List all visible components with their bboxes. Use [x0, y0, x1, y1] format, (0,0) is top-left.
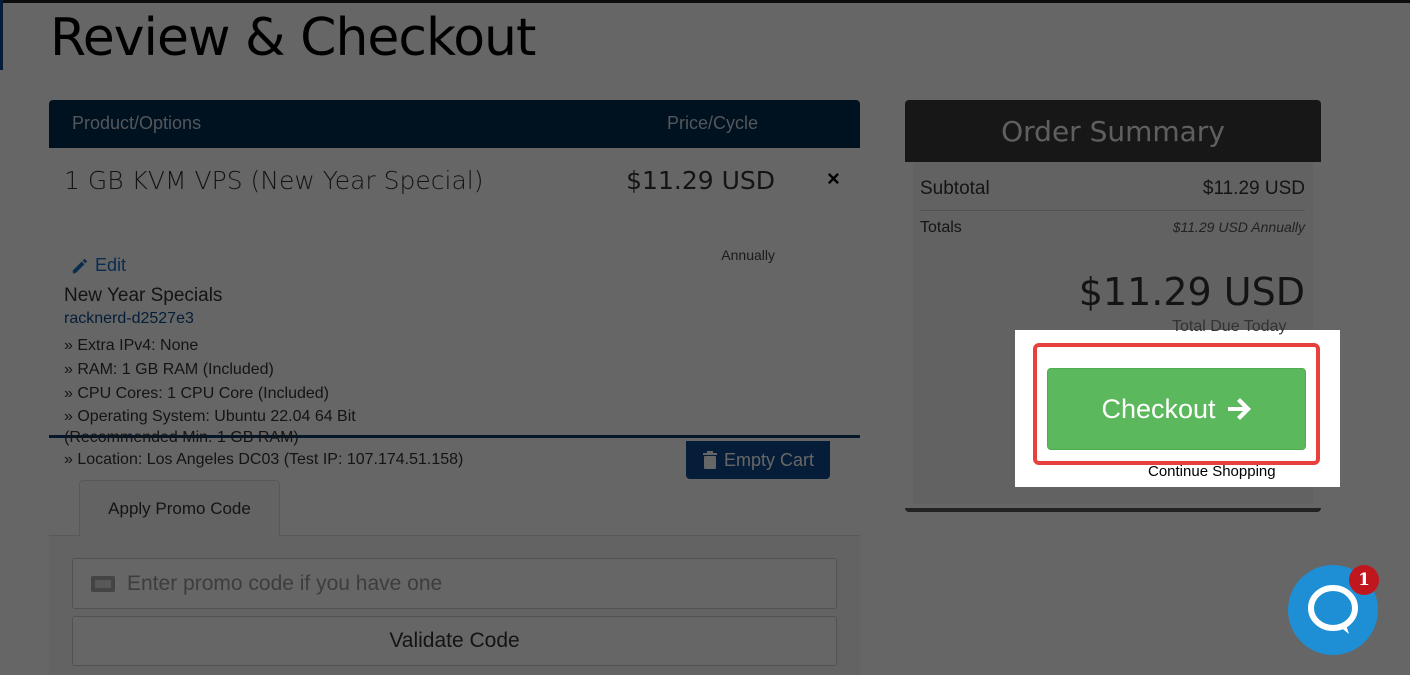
item-price: $11.29 USD — [626, 166, 775, 195]
arrow-right-icon — [1227, 398, 1251, 420]
totals-row: Totals $11.29 USD Annually — [920, 219, 1305, 237]
item-options: » Extra IPv4: None » RAM: 1 GB RAM (Incl… — [64, 334, 544, 472]
option-line: (Recommended Min. 1 GB RAM) — [64, 429, 299, 446]
left-accent — [0, 0, 3, 70]
pencil-icon — [72, 258, 88, 273]
top-border — [0, 0, 1410, 3]
validate-code-button[interactable]: Validate Code — [72, 616, 837, 666]
trash-icon — [702, 451, 717, 469]
empty-cart-label: Empty Cart — [723, 449, 815, 470]
edit-item-link[interactable]: Edit — [71, 255, 126, 276]
price-cycle-header: Price/Cycle — [667, 113, 759, 133]
option-line: » RAM: 1 GB RAM (Included) — [64, 361, 274, 378]
chat-notification-badge: 1 — [1349, 565, 1379, 595]
item-cycle: Annually — [721, 247, 775, 263]
option-line: » Location: Los Angeles DC03 (Test IP: 1… — [64, 451, 464, 468]
total-due-today-label: Total Due Today — [1172, 318, 1287, 335]
grand-total: $11.29 USD — [1078, 270, 1305, 314]
promo-code-input[interactable]: Enter promo code if you have one — [72, 558, 837, 609]
chat-bubble-icon — [1308, 585, 1358, 634]
continue-shopping-link[interactable]: Continue Shopping — [1148, 463, 1276, 480]
checkout-button[interactable]: Checkout — [1047, 368, 1306, 450]
option-line: » CPU Cores: 1 CPU Core (Included) — [64, 385, 329, 402]
subtotal-label: Subtotal — [920, 178, 990, 199]
remove-item-button[interactable]: × — [827, 166, 840, 192]
ticket-icon — [91, 575, 115, 592]
cart-table: Product/Options Price/Cycle 1 GB KVM VPS… — [49, 100, 860, 468]
checkout-label: Checkout — [1101, 393, 1216, 424]
totals-value: $11.29 USD Annually — [1172, 219, 1305, 235]
empty-cart-button[interactable]: Empty Cart — [686, 441, 830, 479]
subtotal-value: $11.29 USD — [1202, 178, 1305, 199]
option-line: » Operating System: Ubuntu 22.04 64 Bit — [64, 408, 356, 425]
tab-apply-promo-code[interactable]: Apply Promo Code — [79, 480, 280, 536]
cart-header: Product/Options Price/Cycle — [49, 100, 860, 148]
edit-label: Edit — [95, 255, 127, 275]
promo-placeholder: Enter promo code if you have one — [127, 571, 443, 595]
order-summary-title: Order Summary — [905, 100, 1321, 162]
item-group: New Year Specials — [64, 285, 223, 306]
subtotal-row: Subtotal $11.29 USD — [920, 178, 1305, 211]
page-title: Review & Checkout — [50, 8, 536, 68]
item-name: 1 GB KVM VPS (New Year Special) — [64, 166, 484, 195]
item-hostname: racknerd-d2527e3 — [64, 310, 194, 327]
option-line: » Extra IPv4: None — [64, 337, 199, 354]
totals-label: Totals — [920, 219, 962, 236]
cart-item: 1 GB KVM VPS (New Year Special) $11.29 U… — [49, 148, 860, 468]
product-options-header: Product/Options — [72, 113, 202, 133]
